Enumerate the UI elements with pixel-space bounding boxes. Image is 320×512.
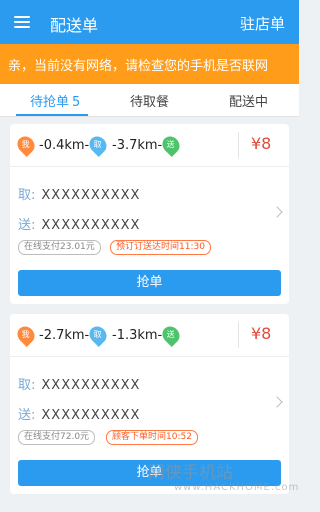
top-bar: 配送单 驻店单 [0, 0, 299, 44]
tab-label: 待抢单 [30, 95, 70, 110]
pickup-address-row: 取: XXXXXXXXXX [18, 184, 140, 203]
drop-label: 送: [18, 218, 36, 233]
watermark-url: www.HACKHOME.com [174, 482, 300, 493]
pickup-distance: -1.3km- [112, 328, 163, 343]
time-tag: 顾客下单时间10:52 [106, 430, 198, 445]
drop-address-row: 送: XXXXXXXXXX [18, 214, 140, 233]
order-tabs: 待抢单 5 待取餐 配送中 [0, 84, 299, 117]
pickup-label: 取: [18, 378, 36, 393]
order-card[interactable]: 我 -0.4km- 取 -3.7km- 送 ¥8 取: XXXXXXXXXX 送:… [10, 124, 289, 304]
network-alert: 亲，当前没有网络，请检查您的手机是否联网 [0, 44, 299, 84]
pickup-address: XXXXXXXXXX [41, 188, 141, 203]
me-distance: -0.4km- [39, 138, 90, 153]
pickup-location-icon: 取 [85, 132, 111, 158]
divider [10, 356, 289, 357]
drop-location-icon: 送 [158, 132, 184, 158]
active-tab-indicator [16, 114, 88, 116]
watermark: 网侠手机站 [148, 463, 233, 483]
tab-pending-grab[interactable]: 待抢单 5 [30, 91, 80, 110]
pickup-distance: -3.7km- [112, 138, 163, 153]
drop-label: 送: [18, 408, 36, 423]
me-location-icon: 我 [13, 132, 39, 158]
drop-address-row: 送: XXXXXXXXXX [18, 404, 140, 423]
chevron-right-icon[interactable] [271, 396, 283, 408]
grab-order-button[interactable]: 抢单 [18, 270, 281, 296]
pickup-label: 取: [18, 188, 36, 203]
time-tag: 预订订送达时间11:30 [110, 240, 211, 255]
page-title: 配送单 [50, 16, 99, 35]
tab-delivering[interactable]: 配送中 [229, 91, 268, 110]
drop-address: XXXXXXXXXX [41, 408, 141, 423]
order-price: ¥8 [251, 134, 272, 153]
me-distance: -2.7km- [39, 328, 90, 343]
menu-icon[interactable] [14, 16, 30, 28]
pickup-location-icon: 取 [85, 322, 111, 348]
store-orders-button[interactable]: 驻店单 [240, 13, 285, 34]
pickup-address: XXXXXXXXXX [41, 378, 141, 393]
order-price: ¥8 [251, 324, 272, 343]
payment-tag: 在线支付23.01元 [18, 240, 101, 255]
divider [10, 166, 289, 167]
payment-tag: 在线支付72.0元 [18, 430, 96, 445]
pickup-address-row: 取: XXXXXXXXXX [18, 374, 140, 393]
tab-count: 5 [72, 95, 81, 110]
divider [238, 322, 239, 348]
drop-location-icon: 送 [158, 322, 184, 348]
chevron-right-icon[interactable] [271, 206, 283, 218]
me-location-icon: 我 [13, 322, 39, 348]
tab-pending-pickup[interactable]: 待取餐 [130, 91, 169, 110]
drop-address: XXXXXXXXXX [41, 218, 141, 233]
divider [238, 132, 239, 158]
